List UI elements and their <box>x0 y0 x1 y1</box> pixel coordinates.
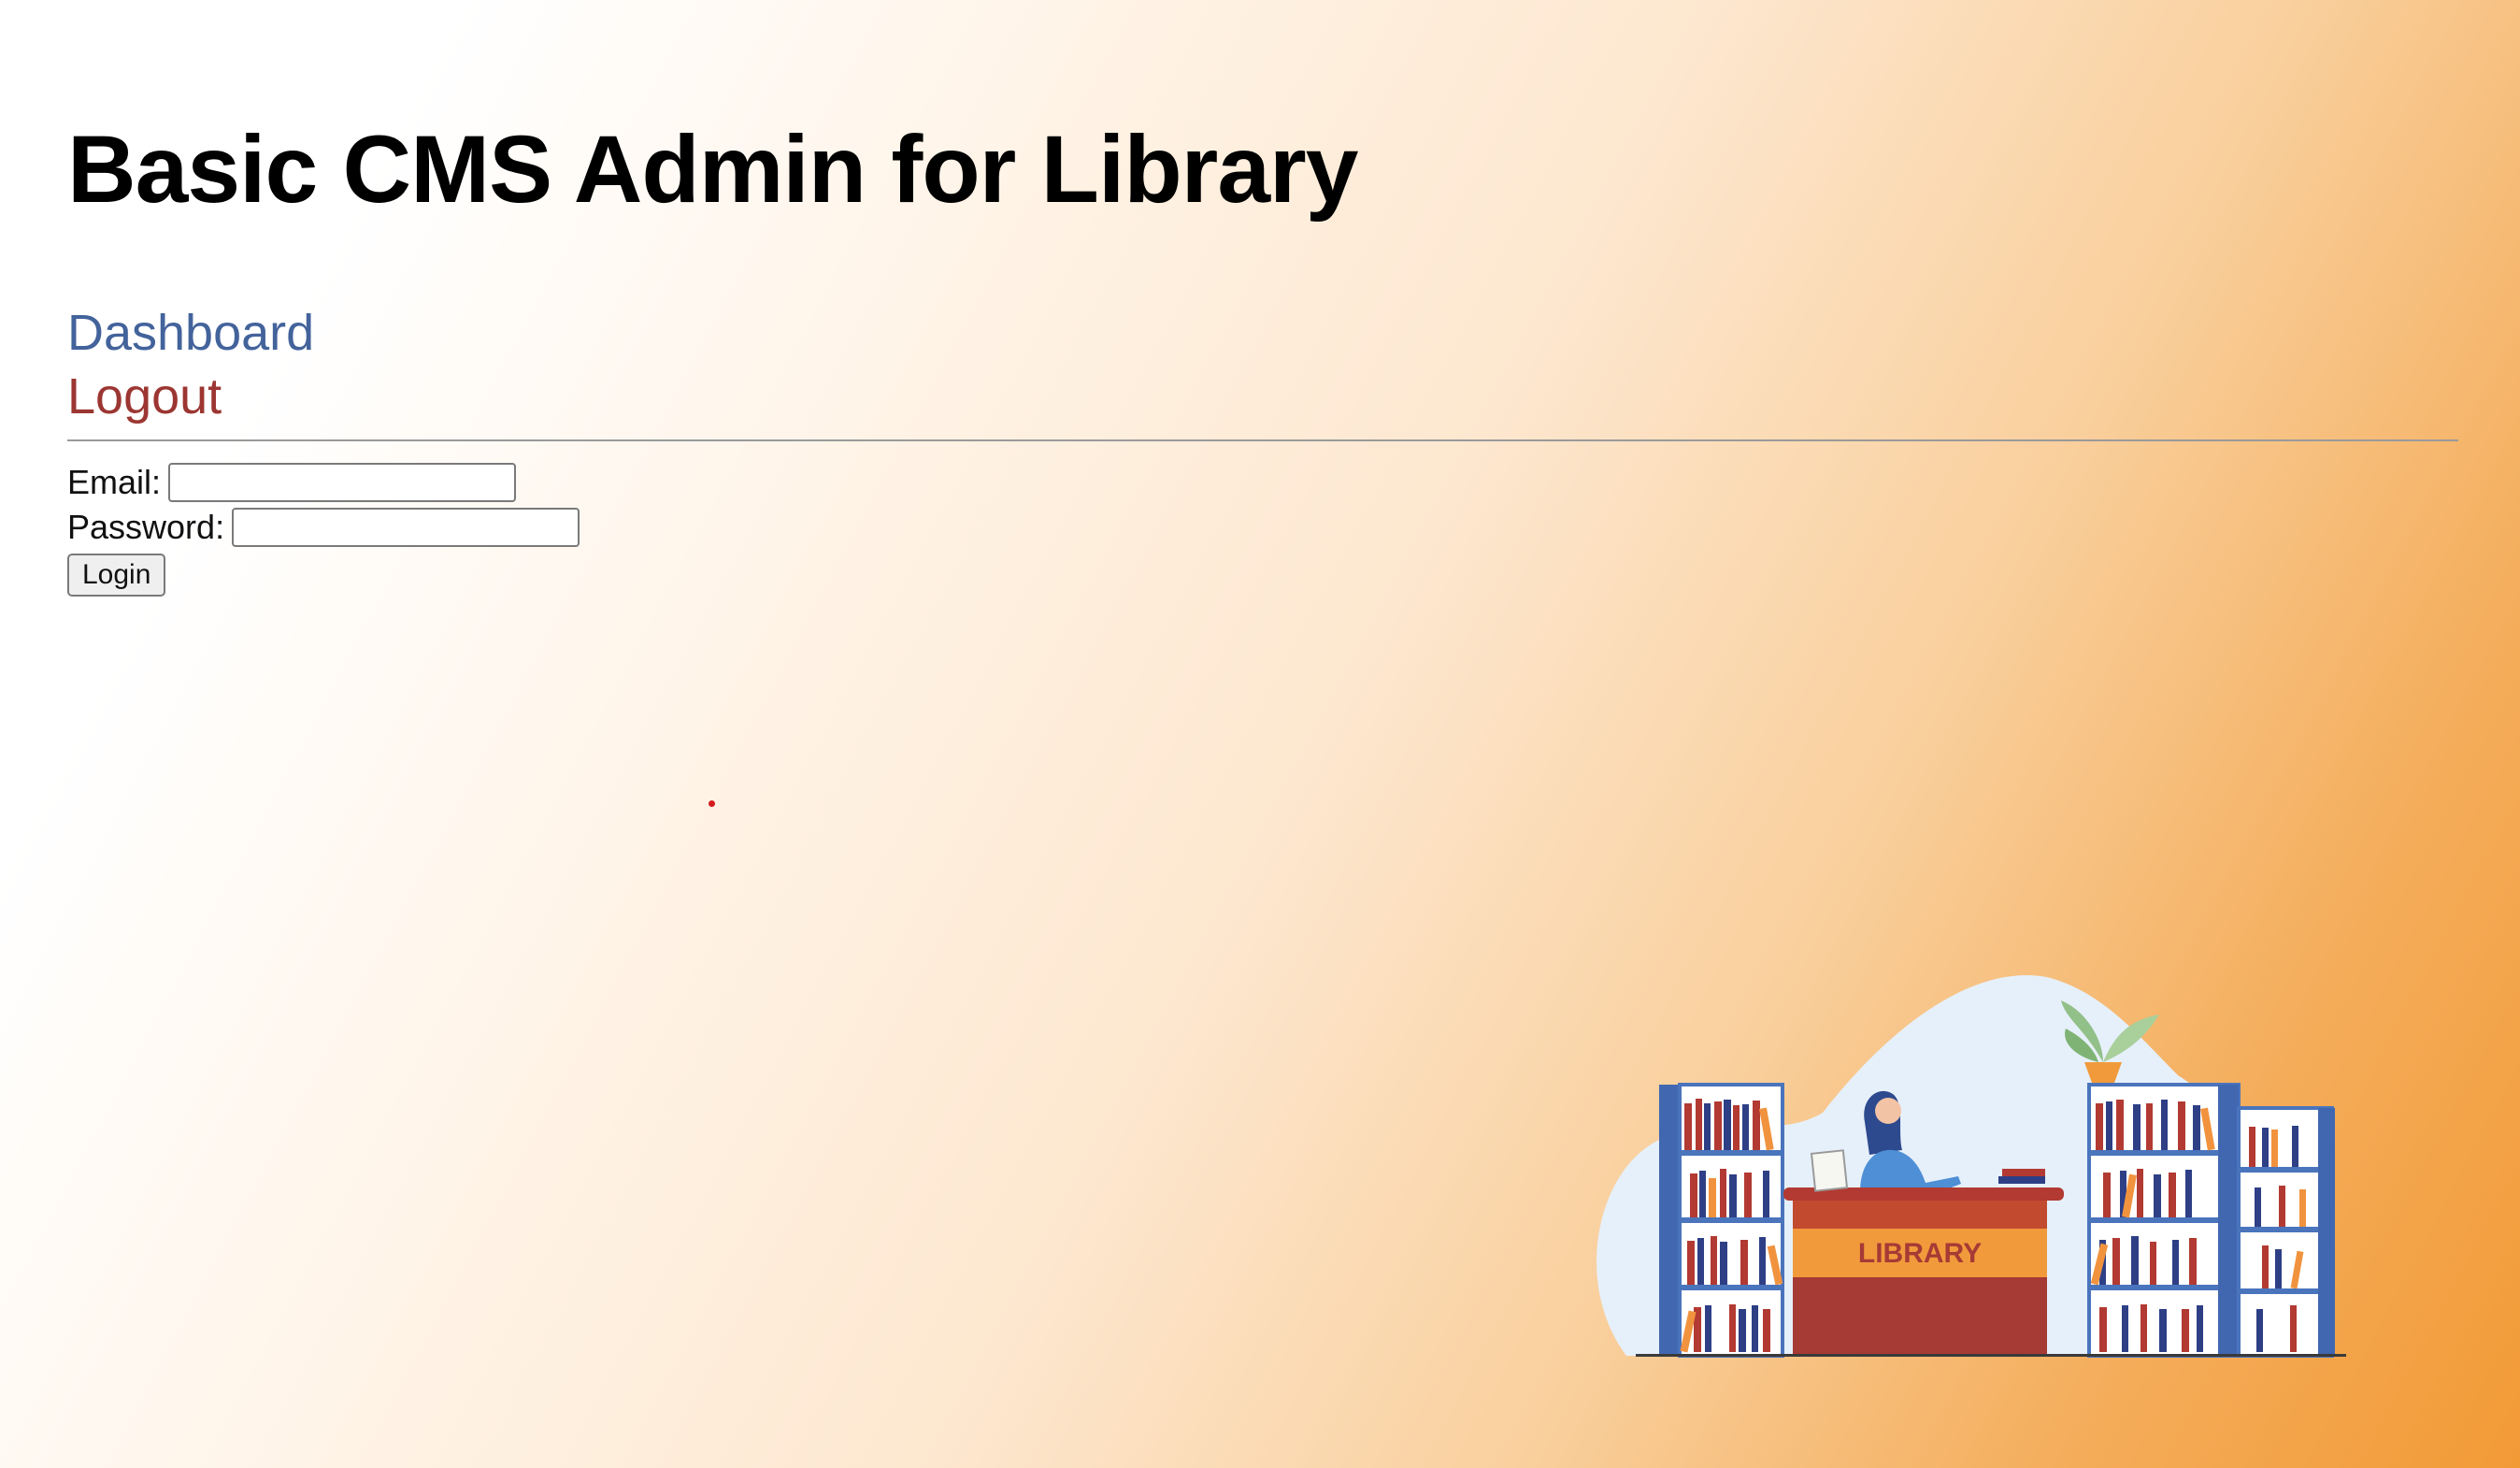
right-bookshelf <box>2087 1083 2335 1358</box>
email-field[interactable] <box>168 463 517 502</box>
cursor-dot <box>709 800 715 807</box>
library-sign-text: LIBRARY <box>1858 1238 1982 1269</box>
main-nav: Dashboard Logout <box>67 301 314 428</box>
horizontal-divider <box>67 439 2458 441</box>
login-button[interactable]: Login <box>67 554 166 597</box>
left-bookshelf <box>1659 1083 1784 1358</box>
email-row: Email: <box>67 460 580 505</box>
password-label: Password: <box>67 508 225 546</box>
password-row: Password: <box>67 505 580 550</box>
library-illustration: LIBRARY <box>1596 974 2346 1358</box>
login-form: Email: Password: Login <box>67 460 580 597</box>
floor-line <box>1636 1354 2346 1357</box>
password-field[interactable] <box>232 508 580 547</box>
logout-link[interactable]: Logout <box>67 365 314 428</box>
page-title: Basic CMS Admin for Library <box>67 116 1358 223</box>
email-label: Email: <box>67 463 162 501</box>
dashboard-link[interactable]: Dashboard <box>67 301 314 365</box>
